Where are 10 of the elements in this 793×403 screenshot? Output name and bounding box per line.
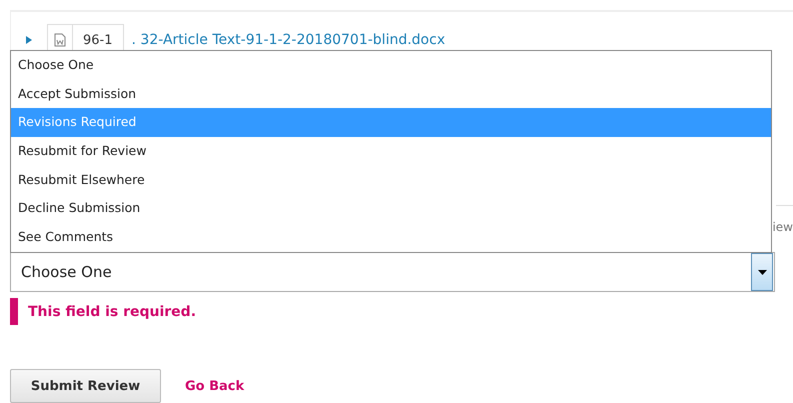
- error-message: This field is required.: [28, 304, 196, 320]
- partial-text: iew: [772, 220, 793, 234]
- file-link[interactable]: . 32-Article Text-91-1-2-20180701-blind.docx: [132, 32, 446, 48]
- back-link[interactable]: Go Back: [185, 378, 244, 394]
- submit-button[interactable]: Submit Review: [10, 369, 161, 403]
- file-number: 96-1: [82, 32, 114, 48]
- error-bar: [10, 298, 18, 325]
- document-icon: [54, 33, 66, 47]
- caret-icon: [758, 270, 766, 274]
- expand-icon[interactable]: [25, 36, 33, 44]
